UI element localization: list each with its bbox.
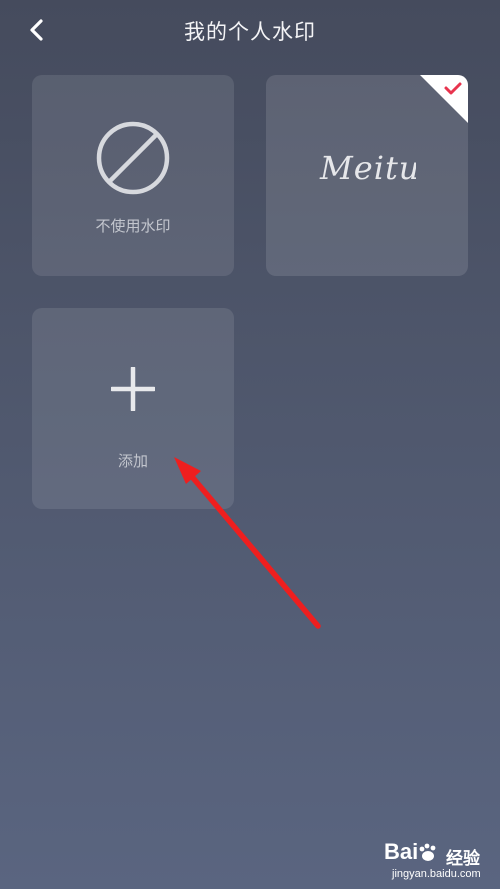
paw-icon	[419, 843, 436, 862]
svg-text:Meitu: Meitu	[319, 149, 416, 187]
page-title: 我的个人水印	[184, 20, 316, 44]
no-watermark-label: 不使用水印	[95, 217, 171, 235]
header-bar: 我的个人水印	[0, 0, 500, 60]
meitu-signature-logo: Meitu	[319, 149, 416, 187]
add-label: 添加	[117, 452, 148, 470]
no-symbol-icon	[96, 121, 170, 195]
selected-check-badge	[420, 75, 468, 123]
baidu-logo: Bai	[384, 839, 438, 865]
baidu-jingyan-text: 经验	[446, 849, 480, 869]
baidu-url: jingyan.baidu.com	[392, 868, 481, 880]
no-watermark-option[interactable]: 不使用水印	[32, 75, 234, 276]
plus-icon	[111, 367, 155, 411]
meitu-watermark-option[interactable]: Meitu	[266, 75, 468, 276]
baidu-jingyan-watermark: Bai 经验 jingyan.baidu.com	[384, 835, 498, 885]
add-watermark-button[interactable]: 添加	[32, 308, 234, 509]
